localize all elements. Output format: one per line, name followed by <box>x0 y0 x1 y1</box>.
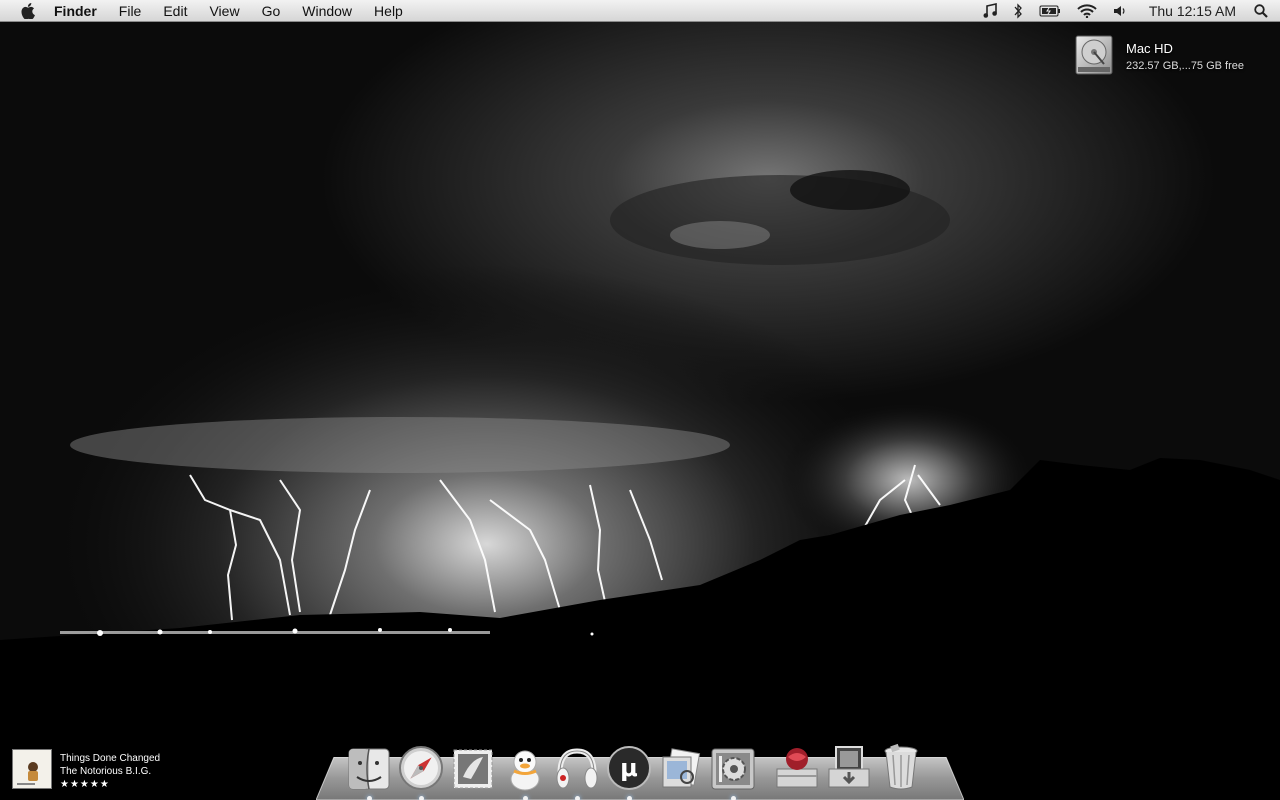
dock-downloads-stack-icon[interactable] <box>826 739 872 791</box>
dock-system-preferences-icon[interactable] <box>710 739 756 800</box>
menu-view[interactable]: View <box>198 0 250 22</box>
music-note-icon[interactable] <box>975 0 1005 22</box>
menu-help[interactable]: Help <box>363 0 414 22</box>
desktop-disk-mac-hd[interactable]: Mac HD 232.57 GB,...75 GB free <box>1074 34 1264 78</box>
dock-utorrent-icon[interactable]: μ <box>606 739 652 800</box>
running-indicator <box>523 796 528 800</box>
dock-safari-icon[interactable] <box>398 739 444 800</box>
menu-window[interactable]: Window <box>291 0 363 22</box>
now-playing-rating[interactable]: ★★★★★ <box>60 778 160 791</box>
bluetooth-icon[interactable] <box>1005 0 1031 22</box>
menu-app-finder[interactable]: Finder <box>54 0 108 22</box>
menu-edit[interactable]: Edit <box>152 0 198 22</box>
running-indicator <box>575 796 580 800</box>
volume-icon[interactable] <box>1105 0 1135 22</box>
dock-mail-stamp-icon[interactable] <box>450 739 496 791</box>
menu-file[interactable]: File <box>108 0 153 22</box>
running-indicator <box>731 796 736 800</box>
dock: μ <box>316 743 964 800</box>
running-indicator <box>367 796 372 800</box>
disk-name-label: Mac HD <box>1126 41 1173 56</box>
desktop-wallpaper <box>0 0 1280 800</box>
album-art[interactable] <box>12 749 52 789</box>
now-playing-track: Things Done Changed <box>60 753 161 764</box>
menu-go[interactable]: Go <box>251 0 292 22</box>
dock-preview-icon[interactable] <box>658 739 704 791</box>
now-playing-artist: The Notorious B.I.G. <box>60 766 152 777</box>
apple-logo-icon[interactable] <box>18 0 38 22</box>
svg-text:μ: μ <box>620 754 638 782</box>
running-indicator <box>419 796 424 800</box>
disk-info-label: 232.57 GB,...75 GB free <box>1126 60 1245 72</box>
battery-icon[interactable] <box>1031 0 1069 22</box>
menu-clock[interactable]: Thu 12:15 AM <box>1135 0 1246 22</box>
now-playing-widget[interactable]: Things Done Changed The Notorious B.I.G.… <box>12 749 252 793</box>
dock-applications-stack-icon[interactable] <box>774 739 820 791</box>
running-indicator <box>627 796 632 800</box>
dock-finder-icon[interactable] <box>346 739 392 800</box>
wifi-icon[interactable] <box>1069 0 1105 22</box>
dock-headphones-icon[interactable] <box>554 739 600 800</box>
spotlight-magnifier-icon[interactable] <box>1246 0 1280 22</box>
menu-bar: Finder File Edit View Go Window Help Thu… <box>0 0 1280 22</box>
hard-drive-icon[interactable] <box>1074 34 1114 76</box>
dock-adium-duck-icon[interactable] <box>502 739 548 800</box>
dock-trash-icon[interactable] <box>878 739 924 791</box>
